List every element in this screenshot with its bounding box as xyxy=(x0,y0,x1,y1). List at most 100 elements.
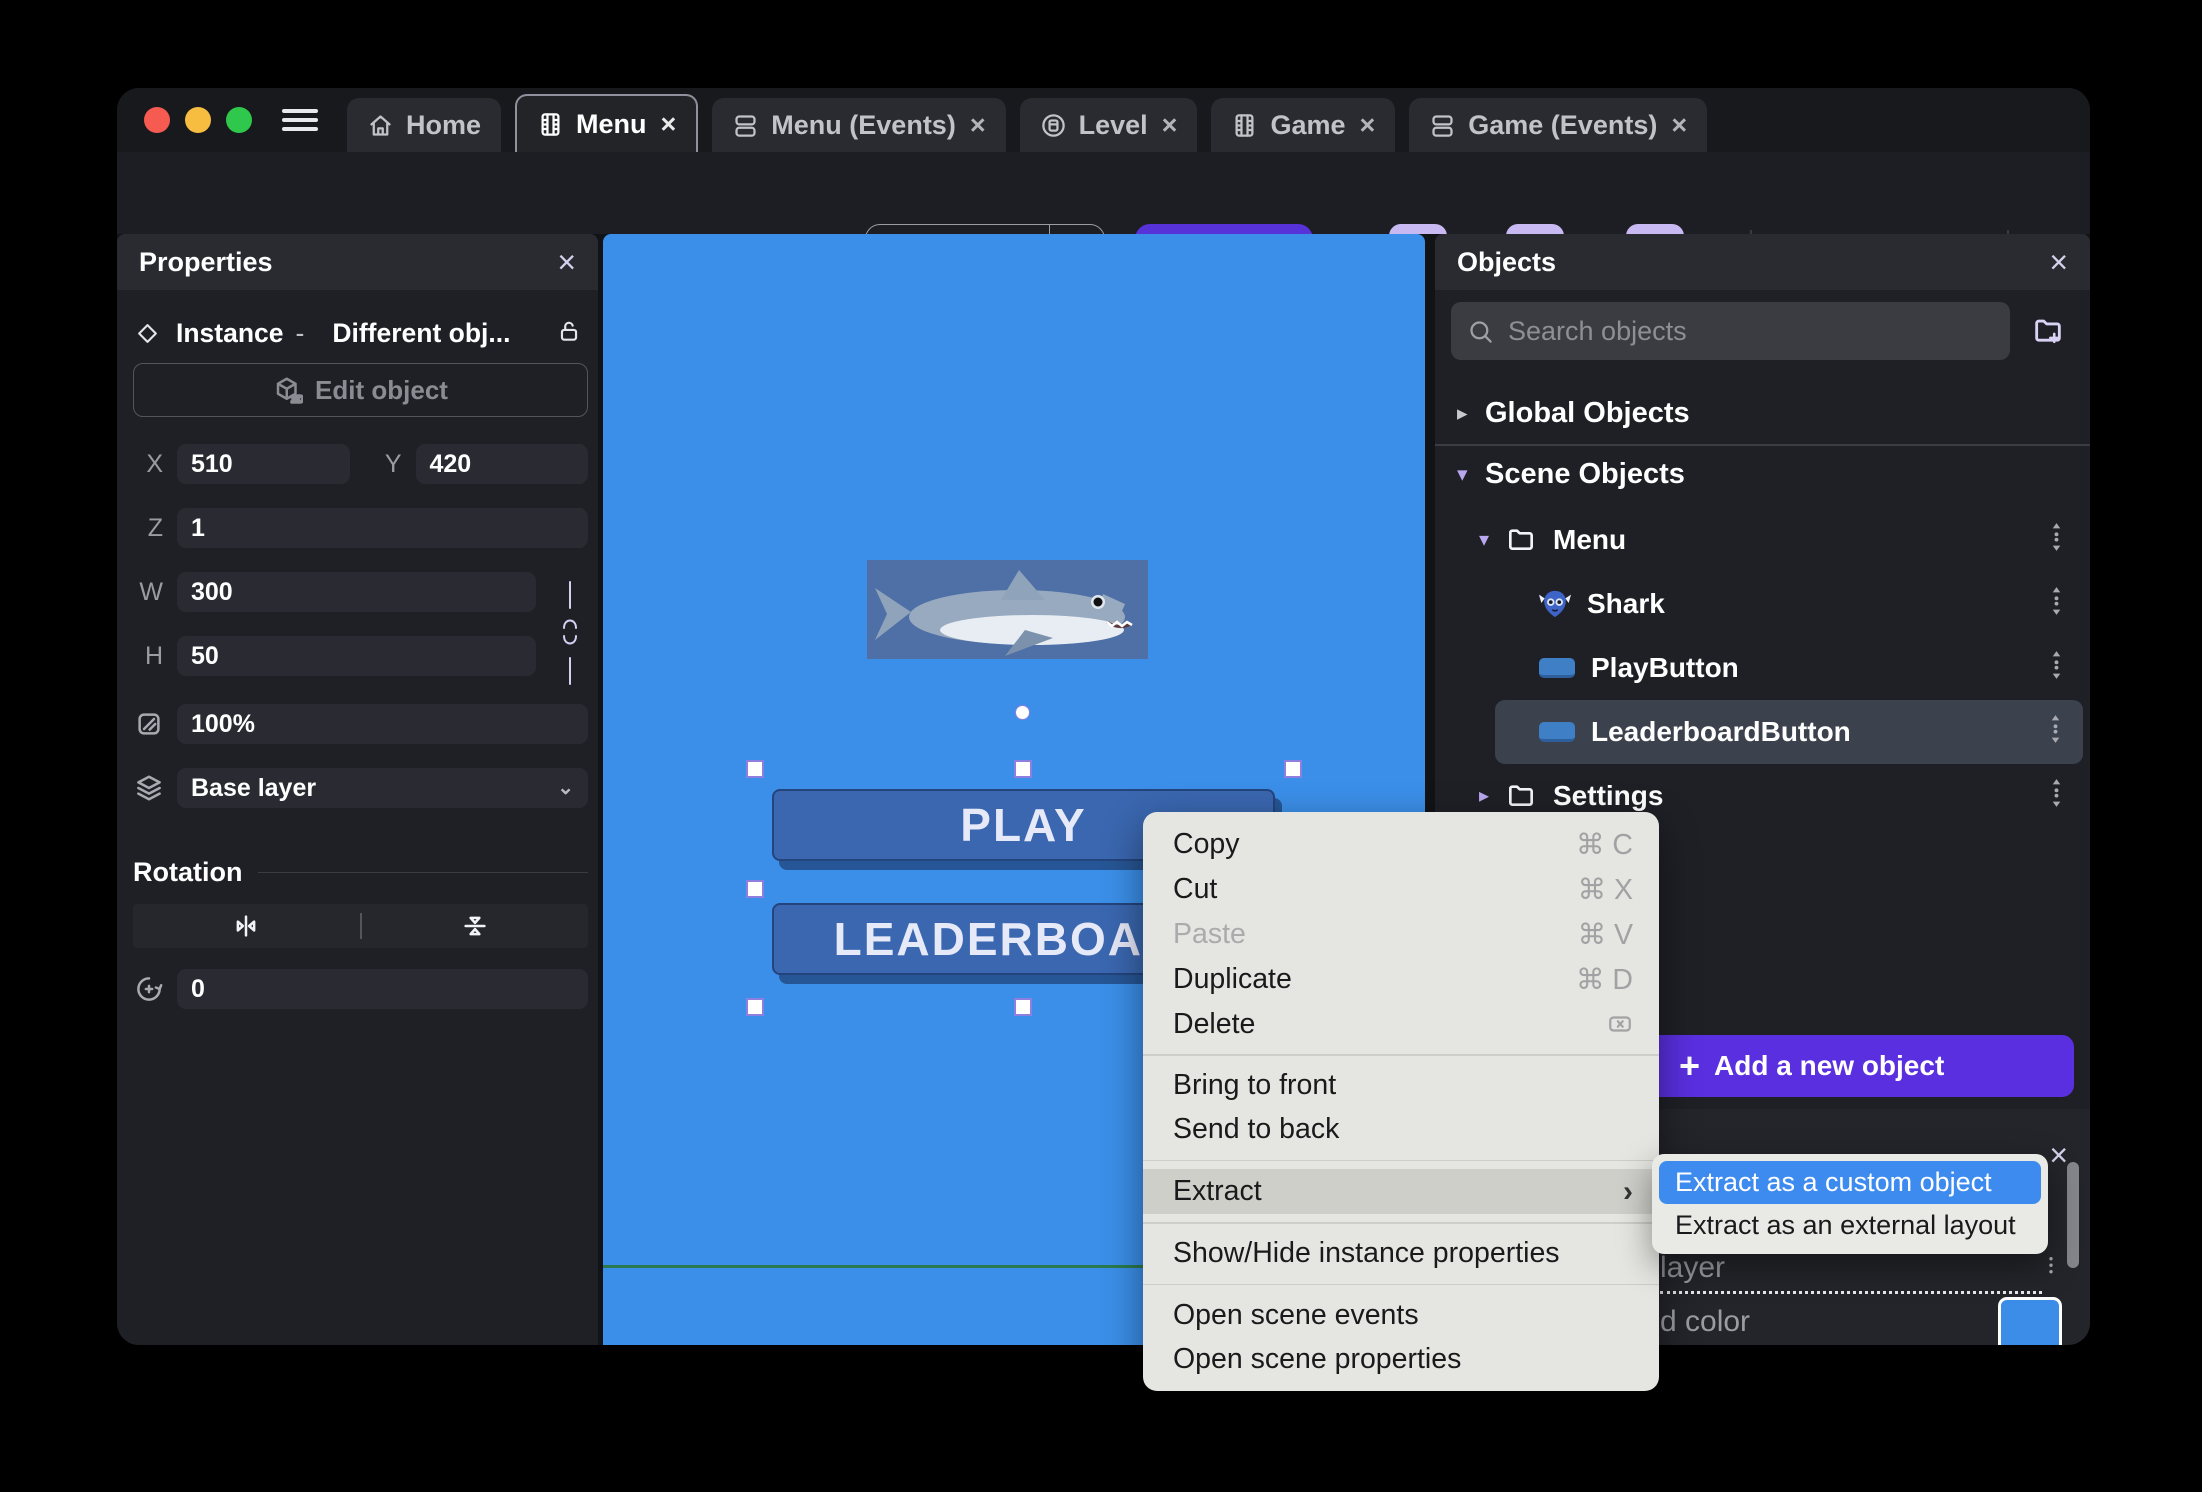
menu-separator xyxy=(1143,1283,1659,1285)
titlebar: Home Menu × Menu (Events) × Level × Game… xyxy=(117,88,2090,152)
w-row: W 300 xyxy=(133,572,588,612)
caret-expanded-icon[interactable]: ▾ xyxy=(1457,462,1485,487)
dotted-divider xyxy=(1660,1291,2042,1294)
selection-handle-top-left[interactable] xyxy=(746,760,764,778)
rotation-title: Rotation xyxy=(133,857,243,887)
shark-sprite[interactable] xyxy=(867,560,1148,659)
menu-item-delete[interactable]: Delete xyxy=(1143,1002,1659,1046)
tab-game-events[interactable]: Game (Events) × xyxy=(1409,98,1708,152)
menu-item-send-to-back[interactable]: Send to back xyxy=(1143,1108,1659,1152)
tab-menu-events[interactable]: Menu (Events) × xyxy=(712,98,1006,152)
menu-item-extract[interactable]: Extract › xyxy=(1143,1169,1659,1214)
tree-row-label: Menu xyxy=(1553,523,1627,555)
tab-bar: Home Menu × Menu (Events) × Level × Game… xyxy=(347,94,1708,152)
tree-row-menu-folder[interactable]: ▾ Menu xyxy=(1435,508,2090,572)
tab-menu[interactable]: Menu × xyxy=(515,94,699,152)
row-menu-icon[interactable] xyxy=(2050,586,2064,621)
unlock-icon[interactable] xyxy=(556,318,582,349)
tree-row-playbutton[interactable]: PlayButton xyxy=(1435,636,2090,700)
menu-item-copy[interactable]: Copy ⌘ C xyxy=(1143,822,1659,867)
tab-home[interactable]: Home xyxy=(347,98,502,152)
flip-horizontal-button[interactable] xyxy=(133,911,360,941)
menu-item-shortcut: ⌘ D xyxy=(1576,963,1633,996)
tree-row-leaderboardbutton-selected[interactable]: LeaderboardButton xyxy=(1495,699,2083,764)
menu-item-bring-to-front[interactable]: Bring to front xyxy=(1143,1064,1659,1108)
rotation-field[interactable]: 0 xyxy=(177,969,588,1009)
menu-item-open-scene-events[interactable]: Open scene events xyxy=(1143,1293,1659,1337)
close-icon[interactable]: × xyxy=(2049,246,2068,278)
y-field[interactable]: 420 xyxy=(415,444,588,484)
tab-close-icon[interactable]: × xyxy=(661,110,677,138)
folder-icon xyxy=(1505,780,1537,812)
tree-row-shark[interactable]: Shark xyxy=(1435,572,2090,636)
tab-level[interactable]: Level × xyxy=(1019,98,1198,152)
home-icon xyxy=(370,114,391,136)
caret-collapsed-icon[interactable]: ▸ xyxy=(1457,401,1485,426)
scrollbar-thumb[interactable] xyxy=(2067,1162,2079,1268)
menu-item-paste[interactable]: Paste ⌘ V xyxy=(1143,912,1659,957)
close-icon[interactable]: × xyxy=(557,246,576,278)
link-dimensions-icon[interactable] xyxy=(557,578,583,688)
tree-row[interactable]: LeaderboardButton xyxy=(1495,700,2083,764)
add-folder-icon[interactable] xyxy=(2020,314,2076,348)
traffic-close-button[interactable] xyxy=(144,107,170,133)
rotation-handle[interactable] xyxy=(1015,705,1030,720)
edit-object-button[interactable]: 2D Edit object xyxy=(133,363,588,417)
flip-toolbar xyxy=(133,904,588,948)
tab-label: Menu (Events) xyxy=(771,109,956,140)
selection-handle-top-center[interactable] xyxy=(1014,760,1032,778)
selection-handle-bottom-left[interactable] xyxy=(746,998,764,1016)
tree-row-label: PlayButton xyxy=(1591,651,1739,683)
submenu-item-extract-custom-object[interactable]: Extract as a custom object xyxy=(1659,1161,2041,1204)
flip-vertical-button[interactable] xyxy=(362,911,589,941)
height-field[interactable]: 50 xyxy=(177,636,536,676)
play-button-label: PLAY xyxy=(960,799,1087,851)
row-menu-icon[interactable] xyxy=(2050,650,2064,685)
h-row: H 50 xyxy=(133,636,588,676)
menu-item-show-hide-instance-properties[interactable]: Show/Hide instance properties xyxy=(1143,1232,1659,1276)
z-row: Z 1 xyxy=(133,508,588,548)
menu-item-duplicate[interactable]: Duplicate ⌘ D xyxy=(1143,957,1659,1002)
film-icon xyxy=(541,112,560,136)
tab-close-icon[interactable]: × xyxy=(1162,111,1178,139)
row-menu-icon[interactable] xyxy=(2050,778,2064,813)
selection-handle-top-right[interactable] xyxy=(1284,760,1302,778)
background-color-swatch[interactable] xyxy=(1998,1297,2062,1345)
traffic-zoom-button[interactable] xyxy=(226,107,252,133)
width-field[interactable]: 300 xyxy=(177,572,536,612)
tab-close-icon[interactable]: × xyxy=(970,111,986,139)
menu-item-shortcut: ⌘ X xyxy=(1577,873,1633,906)
submenu-item-extract-external-layout[interactable]: Extract as an external layout xyxy=(1659,1204,2041,1247)
scene-objects-section[interactable]: ▾ Scene Objects xyxy=(1435,452,2090,498)
menu-item-open-scene-properties[interactable]: Open scene properties xyxy=(1143,1337,1659,1381)
opacity-row: 100% xyxy=(133,704,588,744)
button-object-icon xyxy=(1539,657,1575,678)
y-label: Y xyxy=(384,449,402,478)
background-color-label: d color xyxy=(1660,1305,1751,1338)
x-field[interactable]: 510 xyxy=(177,444,350,484)
tab-close-icon[interactable]: × xyxy=(1671,111,1687,139)
search-input[interactable]: Search objects xyxy=(1451,302,2010,360)
z-field[interactable]: 1 xyxy=(177,508,588,548)
main-menu-icon[interactable] xyxy=(282,109,318,131)
submenu-arrow-icon: › xyxy=(1623,1174,1633,1208)
row-menu-icon[interactable] xyxy=(2049,714,2063,749)
caret-expanded-icon[interactable]: ▾ xyxy=(1479,527,1505,552)
tab-close-icon[interactable]: × xyxy=(1359,111,1375,139)
xy-row: X 510 Y 420 xyxy=(133,444,588,484)
menu-separator xyxy=(1143,1159,1659,1161)
selection-handle-mid-left[interactable] xyxy=(746,880,764,898)
row-menu-icon[interactable] xyxy=(2050,522,2064,557)
selection-handle-bottom-center[interactable] xyxy=(1014,998,1032,1016)
opacity-field[interactable]: 100% xyxy=(177,704,588,744)
traffic-minimize-button[interactable] xyxy=(185,107,211,133)
caret-collapsed-icon[interactable]: ▸ xyxy=(1479,783,1505,808)
tree-row-label: Settings xyxy=(1553,779,1664,811)
menu-item-cut[interactable]: Cut ⌘ X xyxy=(1143,867,1659,912)
close-icon[interactable]: × xyxy=(2049,1137,2068,1174)
tab-game[interactable]: Game × xyxy=(1211,98,1396,152)
global-objects-section[interactable]: ▸ Global Objects xyxy=(1435,390,2090,436)
layer-select[interactable]: Base layer ⌄ xyxy=(177,768,588,808)
row-menu-icon[interactable] xyxy=(2045,1255,2059,1286)
level-icon xyxy=(1041,113,1065,137)
